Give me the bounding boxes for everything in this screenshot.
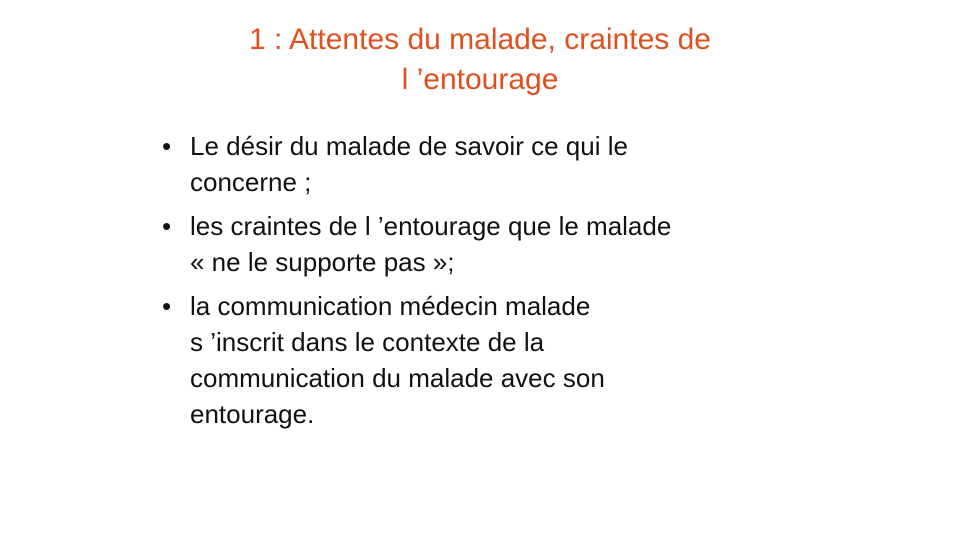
bullet-text-line: les craintes de l ’entourage que le mala… xyxy=(190,211,672,241)
bullet-text-line: communication du malade avec son xyxy=(190,363,605,393)
bullet-text-line: Le désir du malade de savoir ce qui le xyxy=(190,131,628,161)
slide: 1 : Attentes du malade, craintes de l ’e… xyxy=(0,0,960,540)
bullet-dot-icon: • xyxy=(162,211,172,241)
slide-title: 1 : Attentes du malade, craintes de l ’e… xyxy=(0,20,960,100)
bullet-list: • Le désir du malade de savoir ce qui le… xyxy=(160,128,800,440)
bullet-dot-icon: • xyxy=(162,131,172,161)
bullet-item: • les craintes de l ’entourage que le ma… xyxy=(160,208,800,280)
bullet-text-line: entourage. xyxy=(190,399,315,429)
slide-title-line-2: l ’entourage xyxy=(401,63,559,96)
bullet-text-line: la communication médecin malade xyxy=(190,291,591,321)
slide-title-line-1: 1 : Attentes du malade, craintes de xyxy=(249,23,711,56)
bullet-item: • la communication médecin malade s ’ins… xyxy=(160,288,800,432)
bullet-text-line: « ne le supporte pas »; xyxy=(190,247,455,277)
bullet-dot-icon: • xyxy=(162,291,172,321)
bullet-text-line: concerne ; xyxy=(190,167,312,197)
bullet-text-line: s ’inscrit dans le contexte de la xyxy=(190,327,545,357)
bullet-item: • Le désir du malade de savoir ce qui le… xyxy=(160,128,800,200)
